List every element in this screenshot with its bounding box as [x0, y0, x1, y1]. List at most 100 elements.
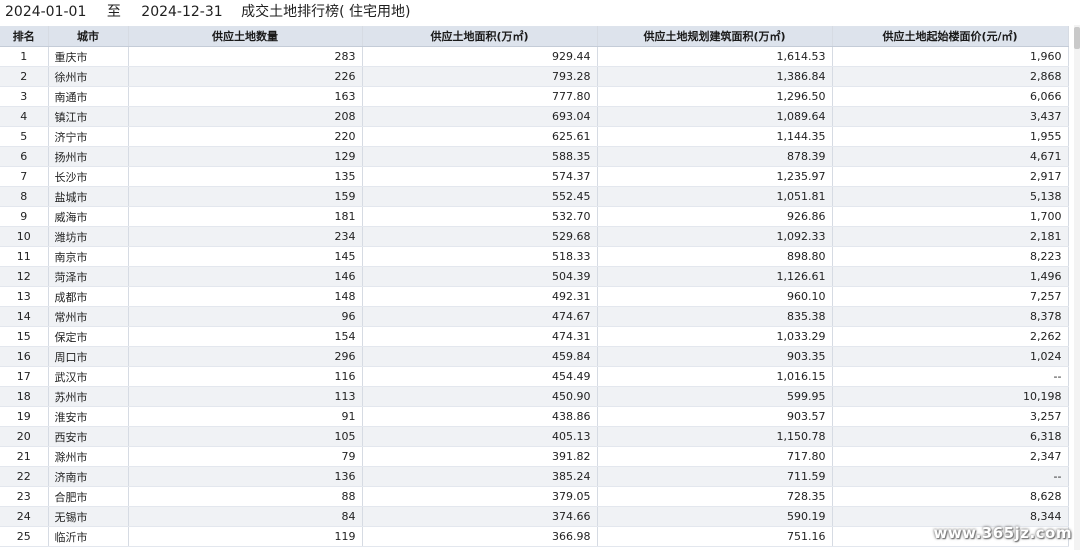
cell-rank: 5: [0, 126, 49, 147]
cell-rank: 24: [0, 506, 49, 527]
table-header-row: 排名 城市 供应土地数量 供应土地面积(万㎡) 供应土地规划建筑面积(万㎡) 供…: [0, 26, 1069, 47]
cell-starting-floor-price: 1,024: [832, 346, 1069, 367]
table-row[interactable]: 9 威海市 181 532.70 926.86 1,700: [0, 206, 1069, 227]
table-row[interactable]: 23 合肥市 88 379.05 728.35 8,628: [0, 486, 1069, 507]
cell-city: 周口市: [48, 346, 129, 367]
cell-land-count: 96: [128, 306, 363, 327]
cell-rank: 8: [0, 186, 49, 207]
cell-planned-floor-area: 1,126.61: [597, 266, 833, 287]
cell-land-count: 91: [128, 406, 363, 427]
cell-city: 合肥市: [48, 486, 129, 507]
cell-planned-floor-area: 1,089.64: [597, 106, 833, 127]
column-header-planned-floor-area[interactable]: 供应土地规划建筑面积(万㎡): [597, 26, 833, 47]
watermark-text: www.365jz.com: [933, 524, 1072, 542]
cell-starting-floor-price: 1,496: [832, 266, 1069, 287]
table-row[interactable]: 4 镇江市 208 693.04 1,089.64 3,437: [0, 106, 1069, 127]
cell-city: 武汉市: [48, 366, 129, 387]
cell-planned-floor-area: 1,092.33: [597, 226, 833, 247]
cell-land-count: 296: [128, 346, 363, 367]
cell-rank: 20: [0, 426, 49, 447]
cell-land-area: 693.04: [362, 106, 598, 127]
cell-land-count: 234: [128, 226, 363, 247]
cell-rank: 23: [0, 486, 49, 507]
table-row[interactable]: 13 成都市 148 492.31 960.10 7,257: [0, 286, 1069, 307]
table-row[interactable]: 7 长沙市 135 574.37 1,235.97 2,917: [0, 166, 1069, 187]
column-header-land-count[interactable]: 供应土地数量: [128, 26, 363, 47]
end-date[interactable]: 2024-12-31: [141, 0, 222, 25]
table-row[interactable]: 16 周口市 296 459.84 903.35 1,024: [0, 346, 1069, 367]
table-row[interactable]: 22 济南市 136 385.24 711.59 --: [0, 466, 1069, 487]
column-header-land-area[interactable]: 供应土地面积(万㎡): [362, 26, 598, 47]
report-name: 成交土地排行榜( 住宅用地): [241, 4, 411, 20]
table-row[interactable]: 20 西安市 105 405.13 1,150.78 6,318: [0, 426, 1069, 447]
cell-land-area: 454.49: [362, 366, 598, 387]
cell-land-area: 438.86: [362, 406, 598, 427]
cell-land-area: 366.98: [362, 526, 598, 547]
cell-starting-floor-price: 8,628: [832, 486, 1069, 507]
cell-planned-floor-area: 711.59: [597, 466, 833, 487]
cell-land-area: 379.05: [362, 486, 598, 507]
cell-land-area: 518.33: [362, 246, 598, 267]
table-row[interactable]: 3 南通市 163 777.80 1,296.50 6,066: [0, 86, 1069, 107]
start-date[interactable]: 2024-01-01: [5, 0, 86, 25]
cell-land-area: 588.35: [362, 146, 598, 167]
cell-rank: 10: [0, 226, 49, 247]
cell-city: 苏州市: [48, 386, 129, 407]
cell-starting-floor-price: 7,257: [832, 286, 1069, 307]
report-title-bar: 2024-01-01 至 2024-12-31 成交土地排行榜( 住宅用地): [0, 0, 1080, 25]
cell-planned-floor-area: 835.38: [597, 306, 833, 327]
cell-land-count: 154: [128, 326, 363, 347]
table-row[interactable]: 5 济宁市 220 625.61 1,144.35 1,955: [0, 126, 1069, 147]
cell-land-count: 136: [128, 466, 363, 487]
table-row[interactable]: 10 潍坊市 234 529.68 1,092.33 2,181: [0, 226, 1069, 247]
table-row[interactable]: 11 南京市 145 518.33 898.80 8,223: [0, 246, 1069, 267]
cell-land-count: 148: [128, 286, 363, 307]
cell-city: 徐州市: [48, 66, 129, 87]
table-row[interactable]: 17 武汉市 116 454.49 1,016.15 --: [0, 366, 1069, 387]
cell-rank: 22: [0, 466, 49, 487]
column-header-city[interactable]: 城市: [48, 26, 129, 47]
cell-land-count: 79: [128, 446, 363, 467]
cell-planned-floor-area: 1,033.29: [597, 326, 833, 347]
table-row[interactable]: 14 常州市 96 474.67 835.38 8,378: [0, 306, 1069, 327]
cell-land-count: 88: [128, 486, 363, 507]
scrollbar-thumb[interactable]: [1074, 27, 1080, 49]
cell-starting-floor-price: 2,917: [832, 166, 1069, 187]
cell-rank: 7: [0, 166, 49, 187]
cell-starting-floor-price: --: [832, 466, 1069, 487]
table-row[interactable]: 21 滁州市 79 391.82 717.80 2,347: [0, 446, 1069, 467]
cell-planned-floor-area: 590.19: [597, 506, 833, 527]
column-header-starting-floor-price[interactable]: 供应土地起始楼面价(元/㎡): [832, 26, 1069, 47]
table-row[interactable]: 1 重庆市 283 929.44 1,614.53 1,960: [0, 46, 1069, 67]
table-row[interactable]: 25 临沂市 119 366.98 751.16: [0, 526, 1069, 547]
cell-land-area: 405.13: [362, 426, 598, 447]
table-row[interactable]: 24 无锡市 84 374.66 590.19 8,344: [0, 506, 1069, 527]
cell-city: 成都市: [48, 286, 129, 307]
column-header-rank[interactable]: 排名: [0, 26, 49, 47]
table-row[interactable]: 19 淮安市 91 438.86 903.57 3,257: [0, 406, 1069, 427]
cell-rank: 6: [0, 146, 49, 167]
cell-planned-floor-area: 878.39: [597, 146, 833, 167]
cell-land-area: 793.28: [362, 66, 598, 87]
cell-land-count: 226: [128, 66, 363, 87]
table-row[interactable]: 18 苏州市 113 450.90 599.95 10,198: [0, 386, 1069, 407]
cell-land-area: 385.24: [362, 466, 598, 487]
cell-land-count: 283: [128, 46, 363, 67]
cell-planned-floor-area: 960.10: [597, 286, 833, 307]
table-row[interactable]: 2 徐州市 226 793.28 1,386.84 2,868: [0, 66, 1069, 87]
table-row[interactable]: 12 菏泽市 146 504.39 1,126.61 1,496: [0, 266, 1069, 287]
cell-rank: 1: [0, 46, 49, 67]
table-row[interactable]: 8 盐城市 159 552.45 1,051.81 5,138: [0, 186, 1069, 207]
table-row[interactable]: 15 保定市 154 474.31 1,033.29 2,262: [0, 326, 1069, 347]
cell-land-area: 504.39: [362, 266, 598, 287]
cell-starting-floor-price: --: [832, 366, 1069, 387]
date-range-separator: 至: [106, 4, 121, 20]
table-row[interactable]: 6 扬州市 129 588.35 878.39 4,671: [0, 146, 1069, 167]
cell-land-area: 474.67: [362, 306, 598, 327]
cell-rank: 19: [0, 406, 49, 427]
vertical-scrollbar[interactable]: [1074, 25, 1080, 550]
cell-land-area: 474.31: [362, 326, 598, 347]
cell-starting-floor-price: 2,262: [832, 326, 1069, 347]
cell-planned-floor-area: 1,235.97: [597, 166, 833, 187]
cell-land-count: 159: [128, 186, 363, 207]
